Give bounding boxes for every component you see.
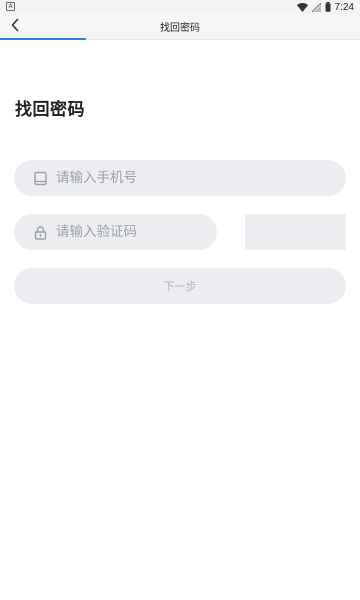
clock: 7:24 bbox=[334, 1, 354, 13]
page-title: 找回密码 bbox=[160, 22, 200, 34]
notification-icon: A bbox=[6, 2, 15, 11]
title-bar: 找回密码 bbox=[0, 14, 360, 40]
phone-field[interactable] bbox=[14, 160, 346, 196]
loading-progress-bar bbox=[0, 38, 86, 40]
status-bar: A 7:24 bbox=[0, 0, 360, 14]
next-step-button[interactable]: 下一步 bbox=[14, 268, 346, 304]
phone-input[interactable] bbox=[56, 160, 346, 196]
tablet-icon bbox=[32, 170, 48, 186]
status-icons: 7:24 bbox=[296, 0, 354, 14]
form-heading: 找回密码 bbox=[15, 100, 85, 120]
code-field[interactable] bbox=[14, 214, 227, 250]
lock-icon bbox=[32, 224, 48, 240]
wifi-icon bbox=[296, 2, 308, 12]
code-input[interactable] bbox=[56, 214, 227, 250]
signal-icon bbox=[311, 2, 321, 12]
battery-icon bbox=[325, 2, 331, 12]
get-code-button[interactable] bbox=[245, 214, 346, 250]
